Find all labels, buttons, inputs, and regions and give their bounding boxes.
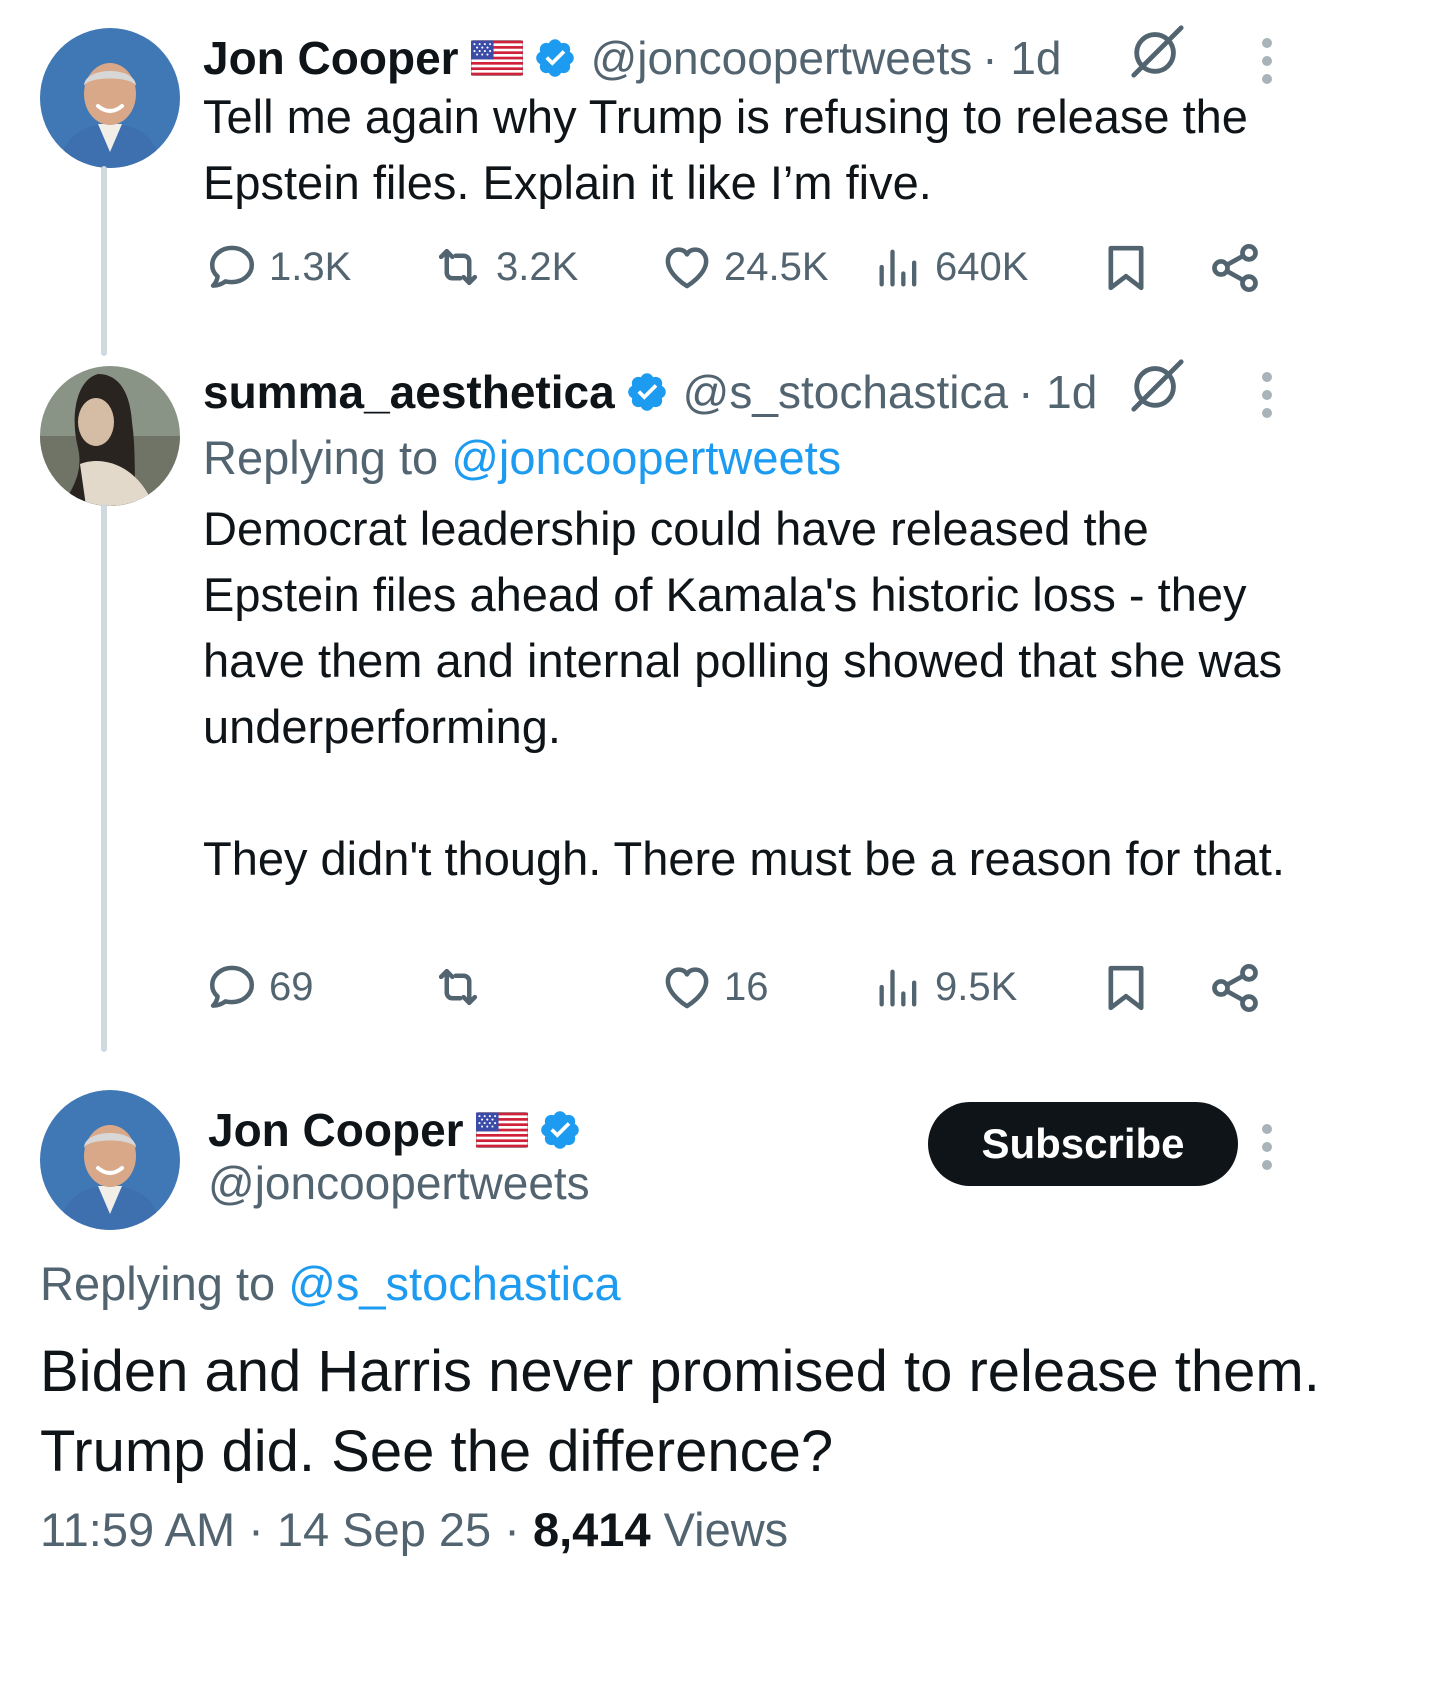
reply-button[interactable]: 1.3K [205, 240, 351, 294]
avatar-jon-cooper[interactable] [40, 1090, 180, 1230]
repost-button[interactable] [430, 960, 496, 1014]
replying-to-label: Replying to [40, 1257, 276, 1310]
share-icon[interactable] [1207, 240, 1263, 296]
bookmark-icon[interactable] [1098, 240, 1154, 296]
views-icon [873, 960, 925, 1014]
reply-count: 1.3K [269, 244, 352, 289]
views-button[interactable]: 9.5K [873, 960, 1017, 1014]
replying-to: Replying to @s_stochastica [40, 1256, 621, 1311]
tweet-1-header: Jon Cooper @joncoopertweets · 1d [203, 30, 1062, 85]
thread-line [101, 166, 107, 356]
tweet-2-header: summa_aesthetica @s_stochastica · 1d [203, 364, 1097, 419]
us-flag-icon [476, 1112, 528, 1148]
like-count: 24.5K [724, 244, 829, 289]
like-button[interactable]: 24.5K [660, 240, 829, 294]
like-count: 16 [724, 964, 769, 1009]
more-options-icon[interactable] [1262, 38, 1272, 84]
tweet-time[interactable]: · 1d [982, 31, 1061, 85]
tweet-meta: 11:59 AM · 14 Sep 25 · 8,414 Views [40, 1502, 788, 1557]
author-name[interactable]: Jon Cooper [208, 1103, 464, 1157]
tweet-text: Biden and Harris never promised to relea… [40, 1339, 1320, 1484]
replying-to-mention[interactable]: @joncoopertweets [451, 431, 841, 484]
reply-icon [205, 240, 259, 294]
like-button[interactable]: 16 [660, 960, 769, 1014]
views-icon [873, 240, 925, 294]
share-icon[interactable] [1207, 960, 1263, 1016]
subscribe-button[interactable]: Subscribe [928, 1102, 1238, 1186]
reply-icon [205, 960, 259, 1014]
views-label: Views [663, 1503, 789, 1556]
more-options-icon[interactable] [1262, 372, 1272, 418]
view-count: 640K [935, 244, 1029, 289]
main-tweet-header: Jon Cooper [208, 1102, 582, 1157]
verified-icon[interactable] [538, 1108, 582, 1152]
view-count: 9.5K [935, 964, 1018, 1009]
tweet-date[interactable]: 14 Sep 25 [277, 1503, 491, 1556]
author-handle[interactable]: @joncoopertweets [591, 31, 973, 85]
verified-icon[interactable] [625, 370, 669, 414]
repost-button[interactable]: 3.2K [430, 240, 578, 294]
replying-to-mention[interactable]: @s_stochastica [288, 1257, 620, 1310]
verified-icon[interactable] [533, 36, 577, 80]
tweet-text: Democrat leadership could have released … [203, 502, 1285, 885]
tweet-text: Tell me again why Trump is refusing to r… [203, 90, 1248, 209]
avatar-summa-aesthetica[interactable] [40, 366, 180, 506]
avatar-jon-cooper[interactable] [40, 28, 180, 168]
tweet-time[interactable]: · 1d [1018, 365, 1097, 419]
bookmark-icon[interactable] [1098, 960, 1154, 1016]
reply-count: 69 [269, 964, 314, 1009]
grok-icon[interactable] [1128, 356, 1186, 414]
like-icon [660, 240, 714, 294]
views-button[interactable]: 640K [873, 240, 1028, 294]
replying-to-label: Replying to [203, 431, 439, 484]
author-name[interactable]: Jon Cooper [203, 31, 459, 85]
meta-separator: · [504, 1503, 520, 1556]
author-handle[interactable]: @joncoopertweets [208, 1156, 590, 1210]
us-flag-icon [471, 40, 523, 76]
meta-separator: · [248, 1503, 264, 1556]
views-count: 8,414 [532, 1503, 651, 1556]
repost-icon [430, 240, 486, 294]
reply-button[interactable]: 69 [205, 960, 314, 1014]
author-name[interactable]: summa_aesthetica [203, 365, 615, 419]
repost-icon [430, 960, 486, 1014]
more-options-icon[interactable] [1262, 1124, 1272, 1170]
grok-icon[interactable] [1128, 22, 1186, 80]
tweet-time[interactable]: 11:59 AM [40, 1503, 235, 1556]
author-handle[interactable]: @s_stochastica [683, 365, 1008, 419]
thread-line [101, 504, 107, 1052]
like-icon [660, 960, 714, 1014]
repost-count: 3.2K [496, 244, 579, 289]
replying-to: Replying to @joncoopertweets [203, 430, 841, 485]
